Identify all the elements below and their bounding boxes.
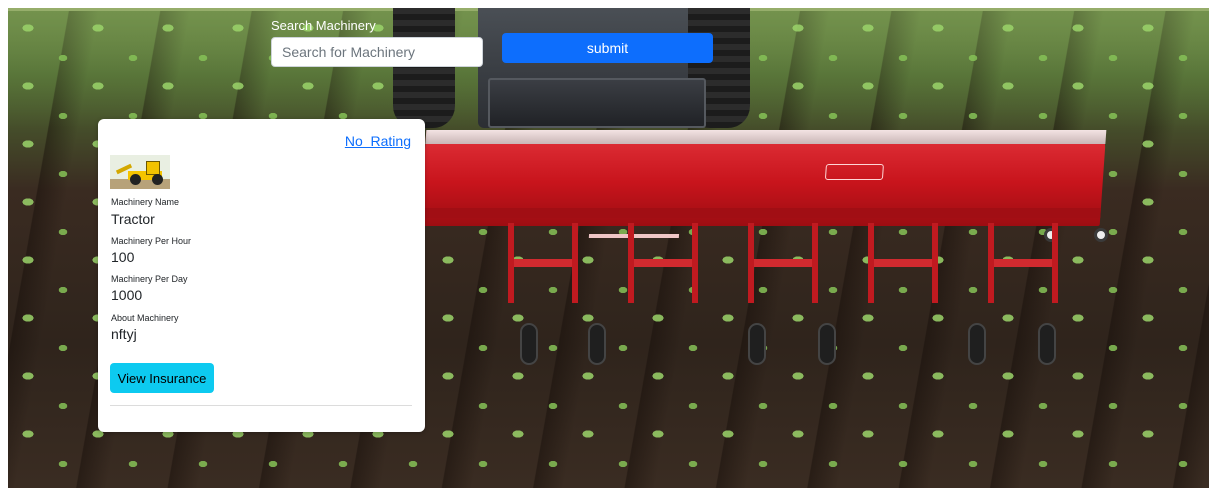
planter-unit	[628, 223, 698, 303]
machinery-name-value: Tractor	[111, 211, 155, 227]
implement-beam	[419, 130, 1107, 238]
machinery-name-label: Machinery Name	[111, 197, 180, 207]
tractor-hitch-box	[488, 78, 706, 128]
about-machinery-label: About Machinery	[111, 313, 179, 323]
machinery-card: No Rating Machinery Name Tractor Machine…	[98, 119, 425, 432]
machinery-per-day-label: Machinery Per Day	[111, 274, 188, 284]
planter-unit	[508, 223, 578, 303]
planter-unit	[868, 223, 938, 303]
excavator-image	[110, 155, 170, 189]
machinery-per-day-value: 1000	[111, 287, 143, 303]
machinery-per-hour-label: Machinery Per Hour	[111, 236, 192, 246]
machinery-per-hour-value: 100	[111, 249, 135, 265]
planter-wheel	[588, 323, 606, 365]
planter-wheel	[520, 323, 538, 365]
about-machinery-value: nftyj	[111, 326, 137, 342]
planter-wheel	[968, 323, 986, 365]
tractor-left-tyre	[393, 8, 455, 128]
implement-brand-logo	[824, 164, 884, 180]
implement-lamp-right	[1094, 228, 1108, 242]
search-input[interactable]	[271, 37, 483, 67]
planter-wheel	[1038, 323, 1056, 365]
planter-wheel	[748, 323, 766, 365]
rating-link[interactable]: No Rating	[345, 133, 411, 149]
planter-units	[428, 223, 1088, 365]
page-heading	[0, 0, 330, 8]
planter-wheel	[818, 323, 836, 365]
card-divider	[110, 405, 412, 406]
implement-top-bar	[425, 130, 1107, 144]
planter-unit	[748, 223, 818, 303]
submit-button[interactable]: submit	[502, 33, 713, 63]
implement-stripe	[420, 208, 1101, 218]
planter-unit	[988, 223, 1058, 303]
search-label: Search Machinery	[271, 18, 376, 33]
view-insurance-button[interactable]: View Insurance	[110, 363, 214, 393]
